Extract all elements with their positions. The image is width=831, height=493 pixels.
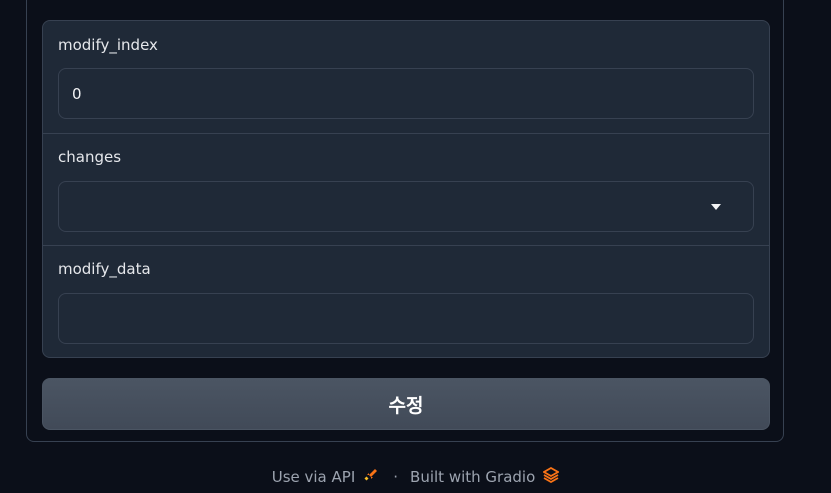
modify-data-label: modify_data	[58, 260, 151, 278]
footer-separator: ·	[393, 468, 399, 486]
changes-label: changes	[58, 148, 122, 166]
footer: Use via API · Built with Gradio	[0, 466, 831, 488]
form-group: modify_index 0 changes modify_data	[42, 20, 770, 358]
changes-block: changes	[43, 133, 769, 245]
built-with-gradio-label: Built with Gradio	[410, 468, 536, 486]
modify-data-block: modify_data	[43, 245, 769, 357]
changes-dropdown[interactable]	[58, 181, 754, 232]
modify-index-input[interactable]: 0	[58, 68, 754, 119]
chevron-down-icon[interactable]	[711, 204, 721, 210]
use-via-api-link[interactable]: Use via API	[272, 467, 380, 487]
modify-index-block: modify_index 0	[43, 21, 769, 133]
gradio-logo-icon	[542, 466, 561, 487]
modify-index-label: modify_index	[58, 36, 158, 54]
built-with-gradio-link[interactable]: Built with Gradio	[410, 466, 561, 487]
modify-data-input[interactable]	[58, 293, 754, 344]
submit-button[interactable]: 수정	[42, 378, 770, 430]
rocket-icon	[363, 467, 379, 487]
use-via-api-label: Use via API	[271, 468, 356, 486]
